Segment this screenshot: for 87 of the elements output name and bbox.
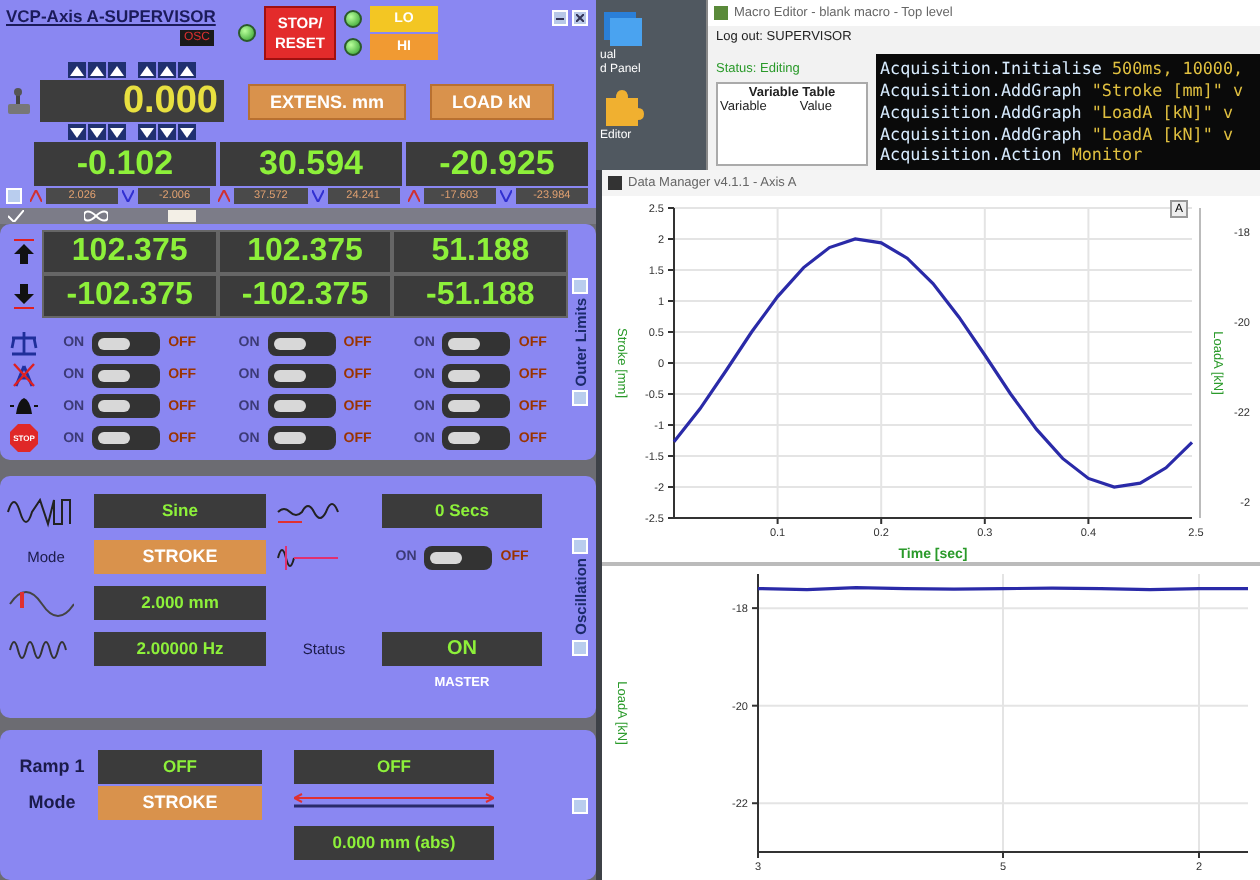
frequency-value: 2.00000 Hz xyxy=(94,632,266,667)
toggle-switch[interactable] xyxy=(442,363,511,388)
mode-label: Mode xyxy=(28,792,76,813)
balance-icon xyxy=(10,330,38,357)
decrement-button[interactable] xyxy=(108,124,126,140)
peak-icon xyxy=(218,190,231,202)
increment-button[interactable] xyxy=(88,62,106,78)
status-value: ON xyxy=(382,632,542,667)
collapse-button[interactable] xyxy=(572,390,588,407)
increment-button[interactable] xyxy=(68,62,86,78)
waveform-value: Sine xyxy=(94,494,266,529)
crossed-figure-icon xyxy=(10,362,38,389)
stacked-panels-icon[interactable] xyxy=(600,8,644,48)
led-indicator xyxy=(238,24,256,42)
toggle-switch[interactable] xyxy=(442,394,511,419)
toggle-switch[interactable] xyxy=(442,426,511,451)
valley-icon xyxy=(122,190,135,202)
limit-value: 102.375 xyxy=(217,229,393,274)
tab-handle[interactable] xyxy=(168,209,196,222)
limit-value: -102.375 xyxy=(217,273,393,318)
expand-button[interactable] xyxy=(572,538,588,555)
toggle-switch[interactable] xyxy=(92,331,161,356)
peak-icon xyxy=(407,190,420,202)
toggle-switch[interactable] xyxy=(92,426,161,451)
expand-button[interactable] xyxy=(572,797,588,814)
position-value: 0.000 mm (abs) xyxy=(294,825,494,860)
limit-value: 51.188 xyxy=(392,229,569,274)
channel-button[interactable]: LOAD kN xyxy=(430,83,554,119)
decrement-button[interactable] xyxy=(158,124,176,140)
increment-button[interactable] xyxy=(158,62,176,78)
amplitude-icon xyxy=(6,587,74,620)
close-button[interactable] xyxy=(572,10,588,26)
bell-icon xyxy=(10,394,38,419)
ramp-state: OFF xyxy=(98,749,262,784)
readout-display: -0.102 xyxy=(34,142,216,186)
panel-title: VCP-Axis A-SUPERVISOR xyxy=(6,6,216,26)
decrement-button[interactable] xyxy=(138,124,156,140)
readout-display: 30.594 xyxy=(220,142,402,186)
channel-button[interactable]: EXTENS. mm xyxy=(248,83,407,119)
code-line: Acquisition.Action Monitor xyxy=(880,144,1145,166)
increment-button[interactable] xyxy=(138,62,156,78)
waveform-icon xyxy=(6,495,74,528)
up-arrow-icon xyxy=(12,237,36,266)
amplitude-value: 2.000 mm xyxy=(94,586,266,621)
toggle-switch[interactable] xyxy=(92,394,161,419)
mode-value: STROKE xyxy=(98,785,262,820)
joystick-icon xyxy=(6,87,32,115)
decrement-button[interactable] xyxy=(68,124,86,140)
expand-button[interactable] xyxy=(572,277,588,294)
decrement-button[interactable] xyxy=(178,124,196,140)
toggle-switch[interactable] xyxy=(92,363,161,388)
toggle-switch[interactable] xyxy=(267,426,336,451)
close-icon xyxy=(576,14,584,22)
mode-value: STROKE xyxy=(94,540,266,575)
code-line: Acquisition.AddGraph "Stroke [mm]" v xyxy=(880,79,1246,101)
limit-value: 102.375 xyxy=(42,229,218,274)
limit-value: -51.188 xyxy=(392,273,569,318)
setpoint-display: 0.000 xyxy=(40,80,224,122)
collapse-button[interactable] xyxy=(572,639,588,656)
pulse-icon xyxy=(274,541,342,574)
valley-icon xyxy=(311,190,323,202)
check-icon xyxy=(8,209,24,222)
toggle-switch[interactable] xyxy=(267,394,336,419)
increment-button[interactable] xyxy=(108,62,126,78)
minimize-button[interactable] xyxy=(552,10,568,26)
delay-value: 0 Secs xyxy=(382,494,542,529)
code-line: Acquisition.AddGraph "LoadA [kN]" v xyxy=(880,123,1235,145)
ramp-label: Ramp 1 xyxy=(19,756,85,777)
toggle-switch[interactable] xyxy=(424,545,493,570)
peak-icon xyxy=(30,190,42,202)
toggle-switch[interactable] xyxy=(442,331,511,356)
decrement-button[interactable] xyxy=(88,124,106,140)
limit-value: -102.375 xyxy=(42,273,218,318)
down-arrow-icon xyxy=(12,281,36,310)
minimize-icon xyxy=(556,16,564,20)
increment-button[interactable] xyxy=(178,62,196,78)
valley-icon xyxy=(499,190,512,202)
toggle-switch[interactable] xyxy=(267,331,336,356)
app-icon xyxy=(608,176,622,190)
app-icon xyxy=(714,6,728,20)
puzzle-piece-icon[interactable] xyxy=(600,88,644,128)
ramp-target: OFF xyxy=(294,749,494,784)
code-line: Acquisition.Initialise 500ms, 10000, xyxy=(880,58,1246,80)
infinity-icon xyxy=(84,209,108,222)
code-line: Acquisition.AddGraph "LoadA [kN]" v xyxy=(880,101,1235,123)
readout-display: -20.925 xyxy=(406,142,588,186)
toggle-switch[interactable] xyxy=(267,363,336,388)
